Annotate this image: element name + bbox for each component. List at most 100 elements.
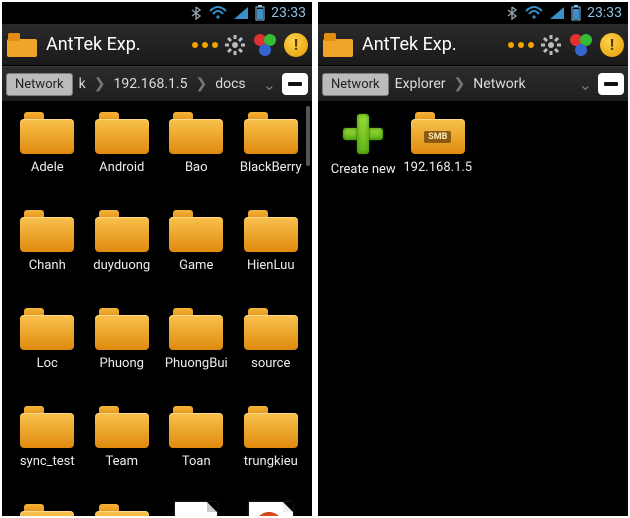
item-label: sync_test xyxy=(12,454,82,469)
grid-item[interactable]: PhuongBui xyxy=(159,306,234,398)
grid-item[interactable]: Loc xyxy=(10,306,85,398)
collapse-button[interactable] xyxy=(282,73,308,95)
item-label: Game xyxy=(161,258,231,273)
collapse-button[interactable] xyxy=(598,73,624,95)
file-grid-area[interactable]: Adele Android Bao BlackBerry Chanh duyduong Ga… xyxy=(2,102,312,516)
wifi-icon xyxy=(525,6,543,20)
wifi-icon xyxy=(209,6,227,20)
folder-icon xyxy=(169,210,223,252)
apps-icon[interactable] xyxy=(568,32,594,58)
grid-item[interactable]: Create new xyxy=(326,110,401,202)
grid-item[interactable]: source xyxy=(234,306,309,398)
grid-item[interactable]: HienLuu xyxy=(234,208,309,300)
chevron-down-icon[interactable]: ⌄ xyxy=(575,75,596,94)
app-bar: AntTek Exp. ! xyxy=(318,24,628,66)
battery-icon xyxy=(255,5,265,21)
grid-item[interactable]: Phuong xyxy=(85,306,160,398)
file-icon: FILE xyxy=(175,502,217,516)
gear-icon[interactable] xyxy=(224,34,246,56)
folder-icon xyxy=(169,112,223,154)
folder-icon xyxy=(244,210,298,252)
alert-icon[interactable]: ! xyxy=(284,33,308,57)
app-title: AntTek Exp. xyxy=(46,34,141,55)
grid-item[interactable] xyxy=(234,502,309,516)
status-bar: 23:33 xyxy=(318,2,628,24)
alert-icon[interactable]: ! xyxy=(600,33,624,57)
breadcrumb-chip-network[interactable]: Network xyxy=(322,73,389,96)
folder-icon xyxy=(169,308,223,350)
chevron-down-icon[interactable]: ⌄ xyxy=(259,75,280,94)
phone-left: 23:33 AntTek Exp. ! Network k ❯ 192.168.… xyxy=(2,2,312,516)
chevron-right-icon: ❯ xyxy=(193,76,209,92)
signal-icon xyxy=(549,6,565,20)
status-clock: 23:33 xyxy=(271,5,306,21)
powerpoint-icon xyxy=(249,502,293,516)
scrollbar[interactable] xyxy=(306,106,310,166)
folder-icon xyxy=(95,504,149,516)
grid-item[interactable]: Team xyxy=(85,404,160,496)
phone-right: 23:33 AntTek Exp. ! Network Explorer ❯ N… xyxy=(318,2,628,516)
grid-item[interactable]: FILE xyxy=(159,502,234,516)
grid-item[interactable]: trungkieu xyxy=(234,404,309,496)
grid-item[interactable]: Adele xyxy=(10,110,85,202)
breadcrumb-chip-network[interactable]: Network xyxy=(6,73,73,96)
breadcrumb-segment[interactable]: docs xyxy=(211,76,249,92)
file-grid-area[interactable]: Create newSMB 192.168.1.5 xyxy=(318,102,628,516)
smb-folder-icon: SMB xyxy=(411,112,465,154)
battery-icon xyxy=(571,5,581,21)
apps-icon[interactable] xyxy=(252,32,278,58)
grid-item[interactable] xyxy=(10,502,85,516)
item-label: Chanh xyxy=(12,258,82,273)
gear-icon[interactable] xyxy=(540,34,562,56)
folder-icon xyxy=(20,210,74,252)
app-icon[interactable] xyxy=(322,31,354,59)
menu-dots-icon[interactable] xyxy=(192,42,218,48)
folder-icon xyxy=(95,406,149,448)
signal-icon xyxy=(233,6,249,20)
breadcrumb-segment[interactable]: 192.168.1.5 xyxy=(109,76,191,92)
folder-icon xyxy=(244,406,298,448)
item-label: source xyxy=(236,356,306,371)
grid-item[interactable]: Toan xyxy=(159,404,234,496)
folder-icon xyxy=(20,112,74,154)
breadcrumb-bar: Network Explorer ❯ Network ⌄ xyxy=(318,66,628,102)
item-label: 192.168.1.5 xyxy=(403,160,473,175)
item-label: HienLuu xyxy=(236,258,306,273)
item-label: PhuongBui xyxy=(161,356,231,371)
folder-icon xyxy=(95,112,149,154)
folder-icon xyxy=(95,308,149,350)
folder-icon xyxy=(244,308,298,350)
app-title: AntTek Exp. xyxy=(362,34,457,55)
breadcrumb-segment[interactable]: k xyxy=(75,76,90,92)
grid-item[interactable]: BlackBerry xyxy=(234,110,309,202)
chevron-right-icon: ❯ xyxy=(92,76,108,92)
grid-item[interactable]: SMB 192.168.1.5 xyxy=(401,110,476,202)
menu-dots-icon[interactable] xyxy=(508,42,534,48)
chevron-right-icon: ❯ xyxy=(452,76,468,92)
grid-item[interactable]: Bao xyxy=(159,110,234,202)
item-label: Phuong xyxy=(87,356,157,371)
item-label: Android xyxy=(87,160,157,175)
item-label: Adele xyxy=(12,160,82,175)
item-label: Loc xyxy=(12,356,82,371)
grid-item[interactable]: sync_test xyxy=(10,404,85,496)
folder-icon xyxy=(244,112,298,154)
item-label: BlackBerry xyxy=(236,160,306,175)
grid-item[interactable]: Android xyxy=(85,110,160,202)
item-label: trungkieu xyxy=(236,454,306,469)
breadcrumb-segment[interactable]: Network xyxy=(469,76,529,92)
grid-item[interactable]: Game xyxy=(159,208,234,300)
grid-item[interactable] xyxy=(85,502,160,516)
bluetooth-icon xyxy=(507,6,519,20)
app-icon[interactable] xyxy=(6,31,38,59)
status-clock: 23:33 xyxy=(587,5,622,21)
grid-item[interactable]: Chanh xyxy=(10,208,85,300)
grid-item[interactable]: duyduong xyxy=(85,208,160,300)
item-label: Toan xyxy=(161,454,231,469)
breadcrumb-segment[interactable]: Explorer xyxy=(391,76,450,92)
folder-icon xyxy=(20,406,74,448)
item-label: duyduong xyxy=(87,258,157,273)
folder-icon xyxy=(95,210,149,252)
item-label: Bao xyxy=(161,160,231,175)
bluetooth-icon xyxy=(191,6,203,20)
